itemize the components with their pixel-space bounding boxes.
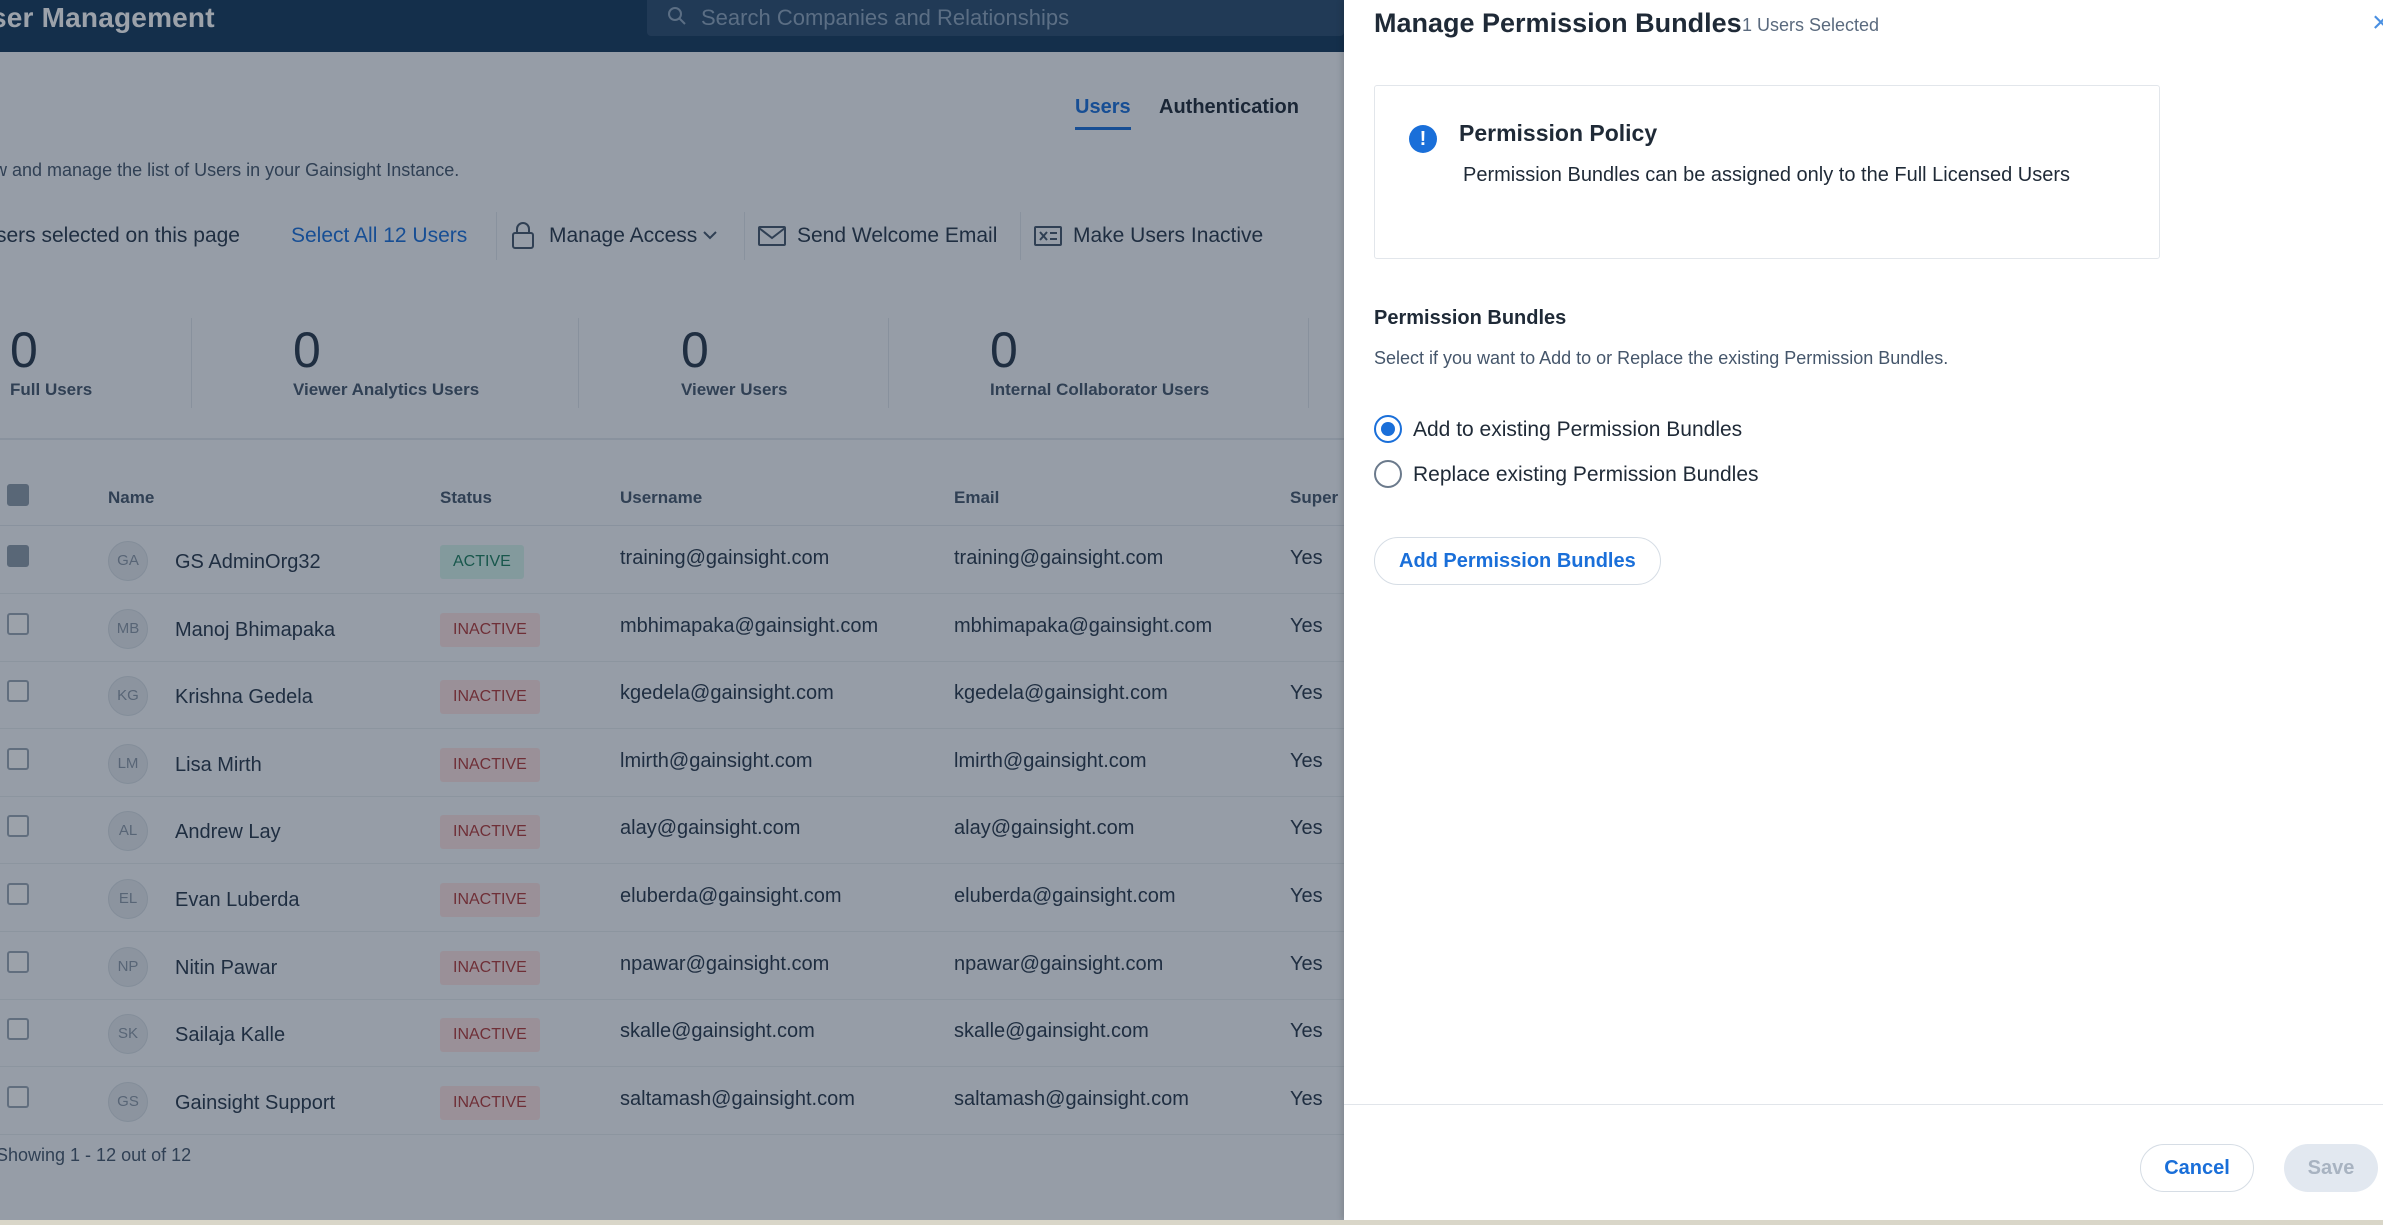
drawer-title: Manage Permission Bundles [1374, 8, 1742, 38]
selected-users-count: 1 Users Selected [1742, 15, 1880, 35]
save-button[interactable]: Save [2284, 1144, 2378, 1192]
add-permission-bundles-button[interactable]: Add Permission Bundles [1374, 537, 1661, 585]
policy-title: Permission Policy [1459, 120, 1658, 146]
radio-label-replace-existing[interactable]: Replace existing Permission Bundles [1413, 463, 1759, 487]
radio-replace-existing[interactable] [1374, 460, 1402, 488]
cancel-button[interactable]: Cancel [2140, 1144, 2254, 1192]
close-icon[interactable]: × [2372, 8, 2383, 38]
radio-label-add-to-existing[interactable]: Add to existing Permission Bundles [1413, 418, 1742, 442]
info-alert-icon: ! [1409, 125, 1437, 153]
manage-permission-bundles-drawer: Manage Permission Bundles 1 Users Select… [1344, 0, 2383, 1220]
radio-add-to-existing[interactable] [1374, 415, 1402, 443]
section-subtitle: Select if you want to Add to or Replace … [1374, 348, 1949, 368]
modal-backdrop[interactable] [0, 0, 1344, 1225]
permission-policy-card: ! Permission Policy Permission Bundles c… [1374, 85, 2160, 259]
divider [1344, 1104, 2383, 1105]
section-heading: Permission Bundles [1374, 307, 1567, 329]
policy-text: Permission Bundles can be assigned only … [1463, 164, 2070, 186]
window-bottom-edge [0, 1220, 2383, 1225]
